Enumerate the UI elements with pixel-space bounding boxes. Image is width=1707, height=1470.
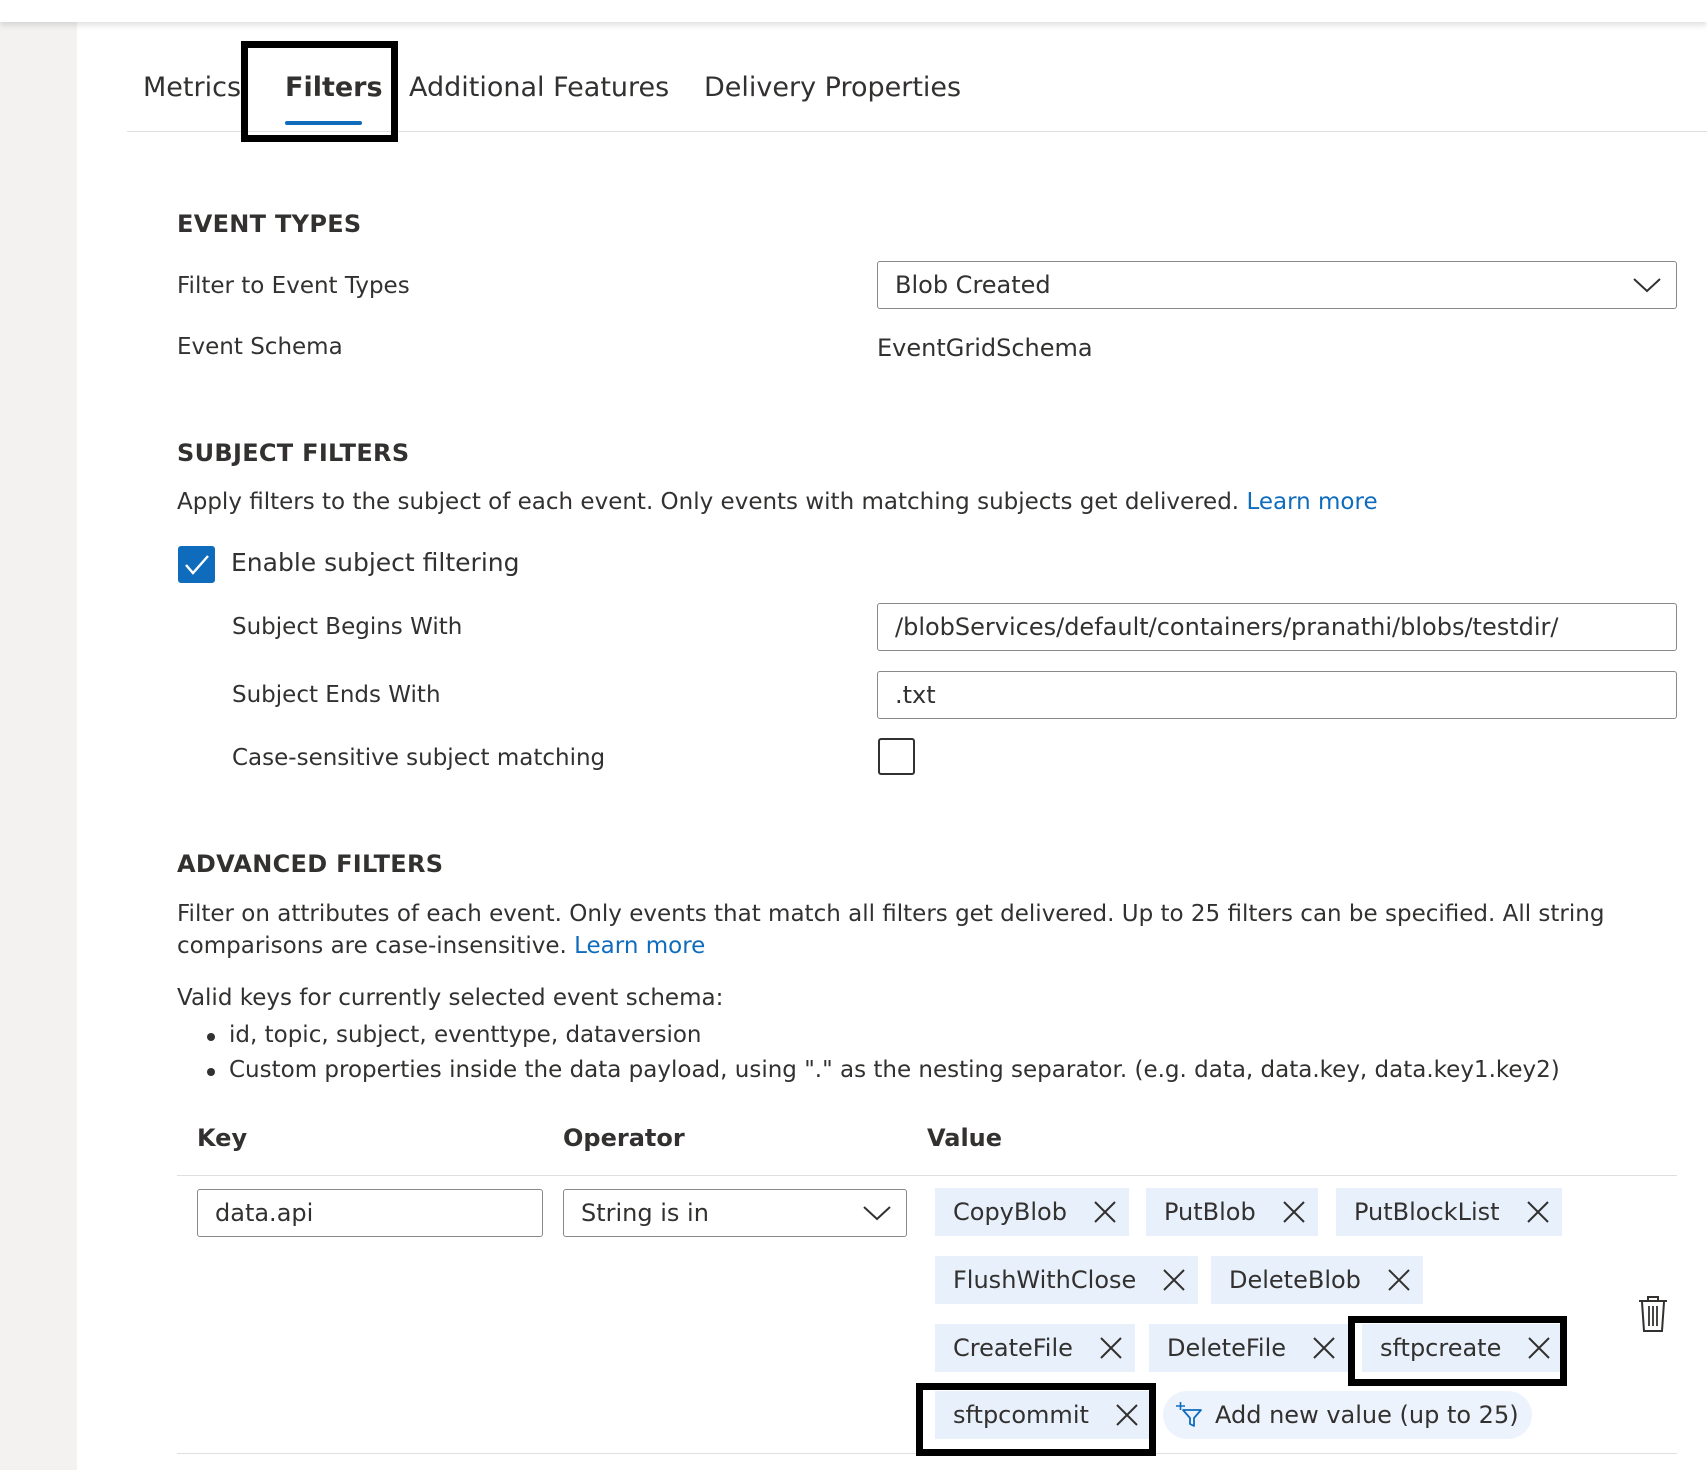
value-chip: PutBlob xyxy=(1146,1188,1318,1236)
value-chip-label: PutBlob xyxy=(1164,1198,1256,1226)
dismiss-icon[interactable] xyxy=(1375,1256,1423,1304)
event-types-dropdown[interactable]: Blob Created xyxy=(877,261,1677,309)
filter-operator-value: String is in xyxy=(581,1199,709,1227)
advanced-filters-description-text: Filter on attributes of each event. Only… xyxy=(177,901,1605,959)
highlight-box xyxy=(1348,1316,1567,1386)
value-chip-label: FlushWithClose xyxy=(953,1266,1137,1294)
subject-ends-with-input[interactable]: .txt xyxy=(877,671,1677,719)
tab-additional-features[interactable]: Additional Features xyxy=(409,72,669,103)
subject-filters-heading: SUBJECT FILTERS xyxy=(177,439,410,467)
chevron-down-icon xyxy=(863,1206,891,1221)
enable-subject-filtering-label: Enable subject filtering xyxy=(231,548,520,577)
event-types-heading: EVENT TYPES xyxy=(177,210,362,238)
case-sensitive-label: Case-sensitive subject matching xyxy=(232,745,606,771)
checkmark-icon xyxy=(185,555,209,575)
add-new-value-button[interactable]: Add new value (up to 25) xyxy=(1163,1391,1532,1439)
advanced-filters-heading: ADVANCED FILTERS xyxy=(177,850,444,878)
subject-filters-description: Apply filters to the subject of each eve… xyxy=(177,489,1378,515)
dismiss-icon[interactable] xyxy=(1300,1324,1348,1372)
value-chip: CopyBlob xyxy=(935,1188,1129,1236)
subject-ends-with-label: Subject Ends With xyxy=(232,682,441,708)
dismiss-icon[interactable] xyxy=(1270,1188,1318,1236)
highlight-box xyxy=(916,1383,1156,1456)
top-bar xyxy=(0,0,1707,22)
value-chip: DeleteFile xyxy=(1149,1324,1349,1372)
list-item: id, topic, subject, eventtype, dataversi… xyxy=(207,1018,1560,1053)
column-header-value: Value xyxy=(927,1124,1003,1152)
dismiss-icon[interactable] xyxy=(1087,1324,1135,1372)
subject-begins-with-input[interactable]: /blobServices/default/containers/pranath… xyxy=(877,603,1677,651)
value-chip-label: DeleteBlob xyxy=(1229,1266,1361,1294)
dismiss-icon[interactable] xyxy=(1150,1256,1198,1304)
value-chip: FlushWithClose xyxy=(935,1256,1199,1304)
subject-filters-learn-more-link[interactable]: Learn more xyxy=(1246,489,1377,515)
column-header-operator: Operator xyxy=(563,1124,685,1152)
value-chip: CreateFile xyxy=(935,1324,1135,1372)
filter-operator-dropdown[interactable]: String is in xyxy=(563,1189,907,1237)
add-new-value-label: Add new value (up to 25) xyxy=(1215,1401,1519,1429)
value-chip-label: PutBlockList xyxy=(1354,1198,1500,1226)
list-item: Custom properties inside the data payloa… xyxy=(207,1053,1560,1088)
event-schema-label: Event Schema xyxy=(177,334,343,360)
column-header-key: Key xyxy=(197,1124,248,1152)
chevron-down-icon xyxy=(1633,278,1661,293)
trash-icon[interactable] xyxy=(1638,1295,1668,1333)
event-types-dropdown-value: Blob Created xyxy=(895,271,1051,299)
subject-filters-description-text: Apply filters to the subject of each eve… xyxy=(177,489,1240,515)
event-schema-value: EventGridSchema xyxy=(877,334,1093,362)
enable-subject-filtering-checkbox[interactable] xyxy=(178,546,215,583)
left-rail xyxy=(0,0,77,1470)
valid-keys-list: id, topic, subject, eventtype, dataversi… xyxy=(207,1018,1560,1088)
value-chip-label: CreateFile xyxy=(953,1334,1073,1362)
highlight-box xyxy=(241,41,398,142)
value-chip: DeleteBlob xyxy=(1211,1256,1423,1304)
dismiss-icon[interactable] xyxy=(1514,1188,1562,1236)
advanced-filters-learn-more-link[interactable]: Learn more xyxy=(574,933,705,959)
subject-begins-with-label: Subject Begins With xyxy=(232,614,463,640)
advanced-filters-description: Filter on attributes of each event. Only… xyxy=(177,898,1677,962)
table-header-divider xyxy=(177,1175,1677,1176)
filter-event-types-label: Filter to Event Types xyxy=(177,273,410,299)
filter-key-input[interactable]: data.api xyxy=(197,1189,543,1237)
value-chip-label: DeleteFile xyxy=(1167,1334,1287,1362)
add-filter-icon xyxy=(1176,1402,1202,1427)
value-chip-label: CopyBlob xyxy=(953,1198,1067,1226)
valid-keys-intro: Valid keys for currently selected event … xyxy=(177,985,724,1011)
tab-metrics[interactable]: Metrics xyxy=(143,72,241,103)
dismiss-icon[interactable] xyxy=(1081,1188,1129,1236)
value-chip: PutBlockList xyxy=(1336,1188,1562,1236)
tab-delivery-properties[interactable]: Delivery Properties xyxy=(704,72,961,103)
case-sensitive-checkbox[interactable] xyxy=(878,738,915,775)
